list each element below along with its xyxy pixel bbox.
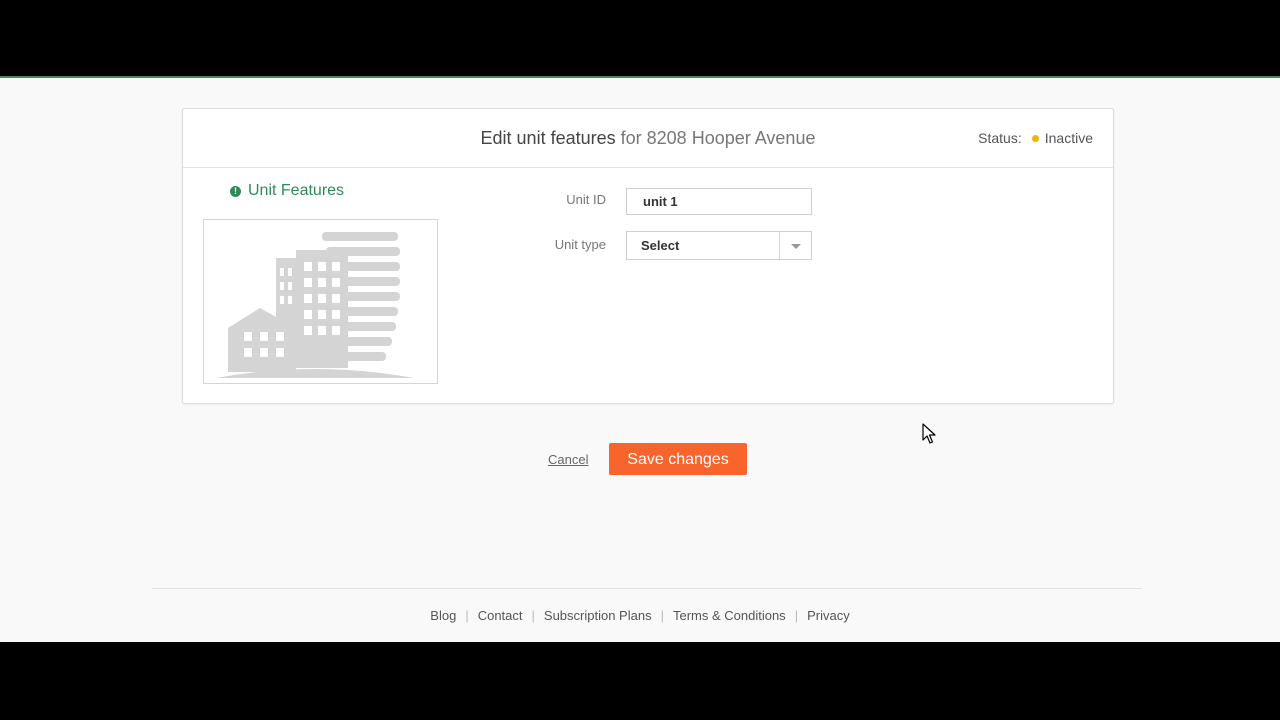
- footer-separator: |: [660, 608, 664, 623]
- chevron-down-icon[interactable]: [779, 232, 811, 259]
- unit-features-card: Edit unit features for 8208 Hooper Avenu…: [182, 108, 1114, 404]
- status-dot-icon: [1031, 135, 1039, 143]
- footer-divider: [152, 588, 1142, 589]
- footer-separator: |: [465, 608, 469, 623]
- footer-separator: |: [794, 608, 799, 623]
- cancel-link[interactable]: Cancel: [548, 452, 588, 467]
- footer-link-terms[interactable]: Terms & Conditions: [673, 608, 786, 623]
- card-header: Edit unit features for 8208 Hooper Avenu…: [183, 109, 1113, 168]
- footer-link-contact[interactable]: Contact: [478, 608, 523, 623]
- unit-id-input[interactable]: unit 1: [626, 188, 812, 215]
- save-changes-button[interactable]: Save changes: [609, 443, 747, 475]
- bottom-black-bar: [0, 642, 1280, 720]
- building-illustration-icon: [216, 232, 414, 378]
- footer-link-blog[interactable]: Blog: [430, 608, 456, 623]
- unit-type-label: Unit type: [554, 237, 606, 252]
- info-icon: !: [230, 186, 241, 197]
- page-title-main: Edit unit features: [480, 128, 616, 148]
- mouse-cursor-icon: [922, 423, 936, 444]
- status-indicator: Status: Inactive: [978, 109, 1093, 167]
- unit-id-label: Unit ID: [566, 192, 606, 207]
- page-title-sub: for 8208 Hooper Avenue: [620, 128, 816, 148]
- footer-separator: |: [531, 608, 535, 623]
- page-content: Edit unit features for 8208 Hooper Avenu…: [0, 78, 1280, 642]
- section-label-text: Unit Features: [248, 182, 345, 199]
- unit-type-select[interactable]: Select: [626, 231, 812, 260]
- footer-link-subscription-plans[interactable]: Subscription Plans: [544, 608, 652, 623]
- status-label: Status:: [978, 130, 1022, 146]
- unit-type-selected-value: Select: [641, 238, 680, 253]
- section-label-unit-features: ! Unit Features: [230, 182, 344, 200]
- page-title: Edit unit features for 8208 Hooper Avenu…: [183, 109, 1113, 167]
- top-black-bar: [0, 0, 1280, 77]
- footer-link-privacy[interactable]: Privacy: [807, 608, 850, 623]
- status-value: Inactive: [1044, 130, 1093, 146]
- unit-image[interactable]: [203, 219, 438, 384]
- footer-links: Blog | Contact | Subscription Plans | Terms & …: [0, 608, 1280, 623]
